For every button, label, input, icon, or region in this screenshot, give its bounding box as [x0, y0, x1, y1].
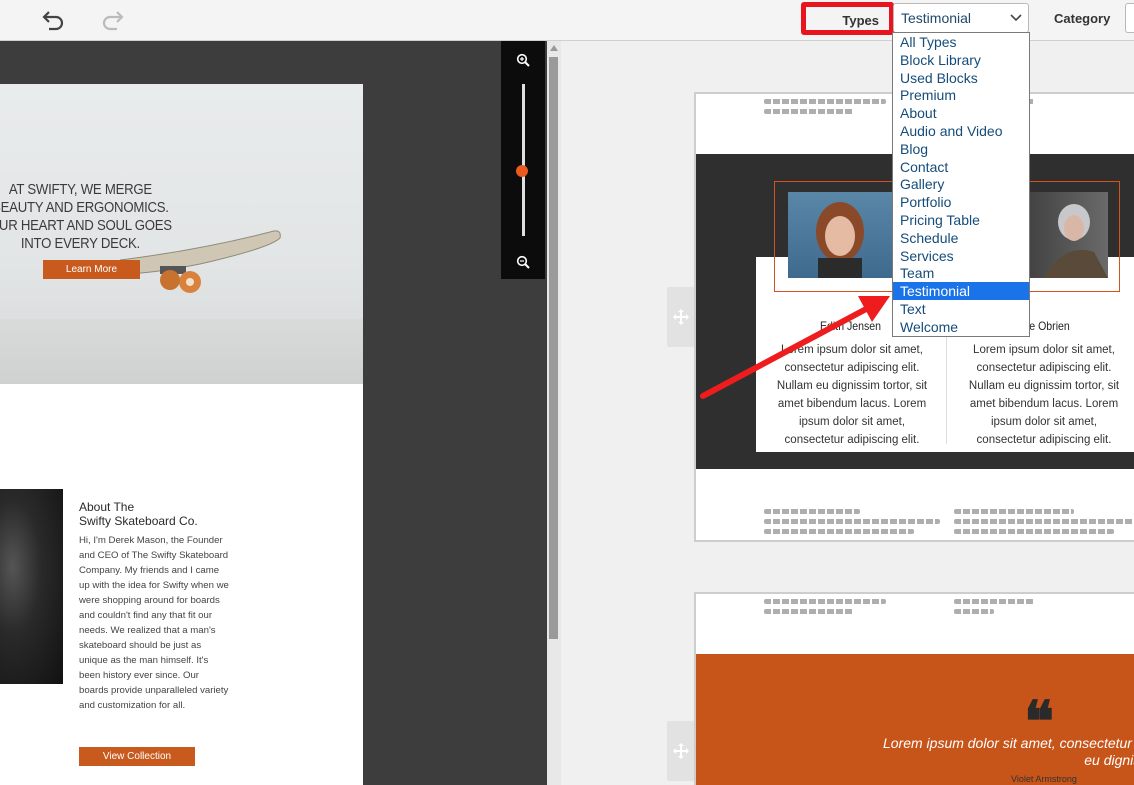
zoom-slider-track[interactable]	[522, 84, 525, 236]
types-dropdown-list[interactable]: All Types Block Library Used Blocks Premium…	[892, 32, 1030, 337]
placeholder-text	[764, 529, 914, 534]
blocks-panel: Edith Jensen ce Obrien Lorem ipsum dolor…	[561, 41, 1134, 785]
about-title-line1: About The	[79, 500, 135, 514]
dropdown-option[interactable]: Premium	[893, 86, 1029, 104]
about-title: About The Swifty Skateboard Co.	[79, 500, 198, 528]
dropdown-option[interactable]: Text	[893, 300, 1029, 318]
dropdown-option[interactable]: Portfolio	[893, 193, 1029, 211]
category-select[interactable]	[1125, 3, 1134, 33]
zoom-out-icon[interactable]	[516, 255, 530, 269]
zoom-in-icon[interactable]	[516, 53, 530, 67]
placeholder-heading	[764, 109, 854, 114]
placeholder-text	[764, 509, 860, 514]
scrollbar-thumb[interactable]	[549, 57, 558, 639]
zoom-slider-handle[interactable]	[516, 164, 528, 177]
types-select-value: Testimonial	[901, 10, 972, 26]
undo-button[interactable]	[38, 6, 68, 34]
placeholder-heading	[764, 609, 854, 614]
quote-block-card[interactable]: ❝ Lorem ipsum dolor sit amet, consectetu…	[694, 592, 1134, 785]
founder-portrait	[0, 489, 63, 684]
dropdown-option[interactable]: Blog	[893, 140, 1029, 158]
placeholder-text	[764, 519, 940, 524]
view-collection-button[interactable]: View Collection	[79, 747, 195, 766]
hero-headline: AT SWIFTY, WE MERGE BEAUTY AND ERGONOMIC…	[0, 181, 172, 252]
scroll-up-icon[interactable]	[550, 45, 558, 51]
dropdown-option[interactable]: All Types	[893, 33, 1029, 51]
hero-section[interactable]: AT SWIFTY, WE MERGE BEAUTY AND ERGONOMIC…	[0, 84, 363, 384]
chevron-down-icon	[1010, 14, 1022, 22]
dropdown-option[interactable]: Contact	[893, 158, 1029, 176]
undo-icon	[42, 11, 64, 31]
testimonial-photo-1	[788, 192, 898, 278]
learn-more-button[interactable]: Learn More	[43, 260, 140, 279]
column-divider	[946, 334, 947, 444]
hero-floor	[0, 319, 363, 384]
redo-icon	[102, 11, 124, 31]
dropdown-option[interactable]: Gallery	[893, 175, 1029, 193]
canvas-scrollbar[interactable]	[547, 41, 561, 785]
types-select[interactable]: Testimonial	[893, 3, 1029, 33]
testimonial-text-2: Lorem ipsum dolor sit amet, consectetur …	[968, 344, 1120, 446]
quote-text: Lorem ipsum dolor sit amet, consectetur …	[882, 735, 1134, 768]
dropdown-option[interactable]: Team	[893, 264, 1029, 282]
redo-button[interactable]	[98, 6, 128, 34]
placeholder-heading	[954, 609, 994, 614]
testimonial-name-2: ce Obrien	[1024, 319, 1070, 333]
move-icon	[673, 309, 689, 325]
drag-handle-1[interactable]	[667, 287, 695, 347]
placeholder-text	[954, 529, 1114, 534]
placeholder-heading	[764, 599, 886, 604]
placeholder-heading	[764, 99, 886, 104]
page-preview: AT SWIFTY, WE MERGE BEAUTY AND ERGONOMIC…	[0, 84, 363, 785]
placeholder-text	[954, 509, 1074, 514]
testimonial-name-1: Edith Jensen	[820, 319, 882, 333]
placeholder-text	[954, 519, 1134, 524]
placeholder-heading	[954, 599, 1034, 604]
drag-handle-2[interactable]	[667, 721, 695, 781]
dropdown-option[interactable]: Used Blocks	[893, 69, 1029, 87]
editor-canvas: AT SWIFTY, WE MERGE BEAUTY AND ERGONOMIC…	[0, 41, 547, 785]
person-photo	[816, 202, 864, 278]
dropdown-option[interactable]: Services	[893, 247, 1029, 265]
dropdown-option[interactable]: About	[893, 104, 1029, 122]
types-highlight-box: Types	[801, 2, 894, 35]
testimonial-text-1: Lorem ipsum dolor sit amet, consectetur …	[776, 344, 928, 446]
types-label: Types	[842, 13, 879, 28]
category-label: Category	[1054, 11, 1111, 26]
dropdown-option[interactable]: Testimonial	[893, 282, 1029, 300]
quote-author: Violet Armstrong	[1011, 774, 1077, 784]
dropdown-option[interactable]: Schedule	[893, 229, 1029, 247]
move-icon	[673, 743, 689, 759]
zoom-panel	[501, 41, 545, 279]
about-paragraph: Hi, I'm Derek Mason, the Founder and CEO…	[79, 535, 229, 711]
about-title-line2: Swifty Skateboard Co.	[79, 514, 198, 528]
dropdown-option[interactable]: Welcome	[893, 318, 1029, 336]
dropdown-option[interactable]: Audio and Video	[893, 122, 1029, 140]
dropdown-option[interactable]: Pricing Table	[893, 211, 1029, 229]
dropdown-option[interactable]: Block Library	[893, 51, 1029, 69]
